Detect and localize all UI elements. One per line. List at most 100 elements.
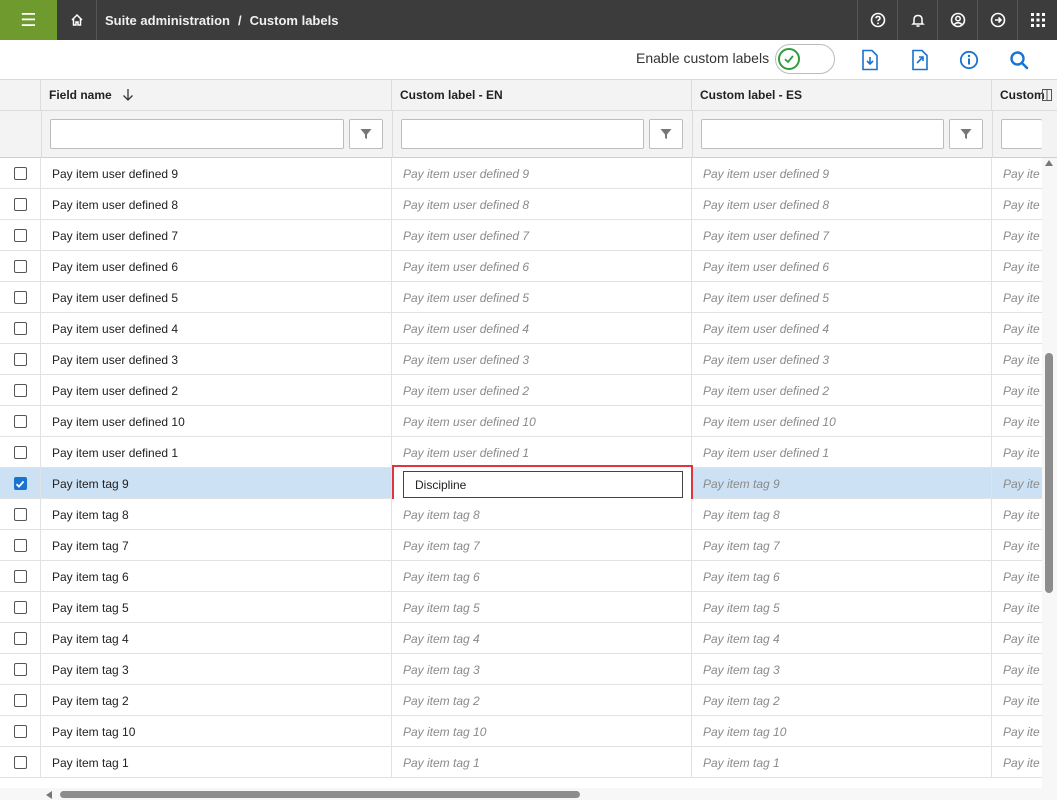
table-row[interactable]: Pay item user defined 4 Pay item user def…: [0, 313, 1042, 344]
table-row[interactable]: Pay item user defined 6 Pay item user def…: [0, 251, 1042, 282]
cell-custom-label-en[interactable]: Pay item user defined 9: [392, 158, 692, 189]
cell-custom-label-en[interactable]: Pay item user defined 5: [392, 282, 692, 313]
column-chooser-icon[interactable]: [1042, 89, 1052, 101]
cell-custom-label-next[interactable]: Pay ite: [992, 592, 1042, 623]
user-button[interactable]: [937, 0, 977, 40]
cell-field-name[interactable]: Pay item user defined 7: [41, 220, 392, 251]
cell-custom-label-es[interactable]: Pay item user defined 7: [692, 220, 992, 251]
cell-custom-label-en[interactable]: Pay item user defined 3: [392, 344, 692, 375]
filter-input-field-name[interactable]: [50, 119, 344, 149]
cell-field-name[interactable]: Pay item user defined 3: [41, 344, 392, 375]
table-row[interactable]: Pay item tag 2 Pay item tag 2 Pay item tag…: [0, 685, 1042, 716]
cell-custom-label-next[interactable]: Pay ite: [992, 406, 1042, 437]
row-checkbox[interactable]: [13, 756, 27, 769]
cell-field-name[interactable]: Pay item user defined 4: [41, 313, 392, 344]
main-menu-button[interactable]: ☰: [0, 0, 57, 40]
row-checkbox[interactable]: [13, 322, 27, 335]
filter-input-custom-en[interactable]: [401, 119, 644, 149]
row-checkbox[interactable]: [13, 260, 27, 273]
table-row[interactable]: Pay item tag 1 Pay item tag 1 Pay item tag…: [0, 747, 1042, 778]
row-checkbox[interactable]: [13, 415, 27, 428]
cell-field-name[interactable]: Pay item user defined 1: [41, 437, 392, 468]
horizontal-scrollbar[interactable]: [0, 788, 1057, 800]
cell-custom-label-next[interactable]: Pay ite: [992, 158, 1042, 189]
table-row[interactable]: Pay item tag 10 Pay item tag 10 Pay item t…: [0, 716, 1042, 747]
cell-custom-label-next[interactable]: Pay ite: [992, 468, 1042, 499]
filter-input-custom-es[interactable]: [701, 119, 944, 149]
row-checkbox[interactable]: [13, 353, 27, 366]
logout-button[interactable]: [977, 0, 1017, 40]
filter-button-custom-es[interactable]: [949, 119, 983, 149]
cell-field-name[interactable]: Pay item tag 4: [41, 623, 392, 654]
cell-custom-label-en[interactable]: Pay item tag 10: [392, 716, 692, 747]
cell-field-name[interactable]: Pay item tag 8: [41, 499, 392, 530]
row-checkbox[interactable]: [13, 508, 27, 521]
table-row[interactable]: Pay item user defined 7 Pay item user def…: [0, 220, 1042, 251]
cell-custom-label-next[interactable]: Pay ite: [992, 282, 1042, 313]
cell-custom-label-en[interactable]: Pay item user defined 7: [392, 220, 692, 251]
help-button[interactable]: [857, 0, 897, 40]
cell-field-name[interactable]: Pay item tag 9: [41, 468, 392, 499]
vertical-scroll-thumb[interactable]: [1045, 353, 1053, 593]
table-row[interactable]: Pay item tag 9 Pay item tag 9 Pay ite Disci…: [0, 465, 1042, 502]
cell-custom-label-en[interactable]: Pay item tag 2: [392, 685, 692, 716]
cell-field-name[interactable]: Pay item user defined 10: [41, 406, 392, 437]
cell-custom-label-next[interactable]: Pay ite: [992, 313, 1042, 344]
row-checkbox[interactable]: [13, 632, 27, 645]
cell-custom-label-es[interactable]: Pay item user defined 5: [692, 282, 992, 313]
cell-custom-label-es[interactable]: Pay item tag 10: [692, 716, 992, 747]
filter-input-custom-next[interactable]: [1001, 119, 1042, 149]
row-checkbox[interactable]: [13, 446, 27, 459]
cell-custom-label-es[interactable]: Pay item user defined 9: [692, 158, 992, 189]
info-button[interactable]: [957, 48, 981, 72]
row-checkbox[interactable]: [13, 539, 27, 552]
cell-custom-label-next[interactable]: Pay ite: [992, 437, 1042, 468]
table-row[interactable]: Pay item user defined 3 Pay item user def…: [0, 344, 1042, 375]
table-row[interactable]: Pay item tag 7 Pay item tag 7 Pay item tag…: [0, 530, 1042, 561]
cell-custom-label-en[interactable]: Pay item user defined 10: [392, 406, 692, 437]
table-row[interactable]: Pay item tag 4 Pay item tag 4 Pay item tag…: [0, 623, 1042, 654]
row-checkbox[interactable]: [13, 384, 27, 397]
scroll-left-icon[interactable]: [46, 791, 52, 799]
table-row[interactable]: Pay item user defined 2 Pay item user def…: [0, 375, 1042, 406]
row-checkbox[interactable]: [13, 663, 27, 676]
cell-custom-label-es[interactable]: Pay item tag 7: [692, 530, 992, 561]
table-row[interactable]: Pay item user defined 9 Pay item user def…: [0, 158, 1042, 189]
cell-custom-label-en[interactable]: Pay item user defined 4: [392, 313, 692, 344]
cell-field-name[interactable]: Pay item user defined 8: [41, 189, 392, 220]
cell-custom-label-next[interactable]: Pay ite: [992, 747, 1042, 778]
cell-custom-label-en[interactable]: Pay item user defined 1: [392, 437, 692, 468]
cell-custom-label-es[interactable]: Pay item user defined 6: [692, 251, 992, 282]
cell-field-name[interactable]: Pay item tag 1: [41, 747, 392, 778]
table-row[interactable]: Pay item user defined 8 Pay item user def…: [0, 189, 1042, 220]
table-row[interactable]: Pay item tag 3 Pay item tag 3 Pay item tag…: [0, 654, 1042, 685]
table-row[interactable]: Pay item user defined 1 Pay item user def…: [0, 437, 1042, 468]
home-button[interactable]: [57, 0, 97, 40]
cell-custom-label-es[interactable]: Pay item user defined 4: [692, 313, 992, 344]
notifications-button[interactable]: [897, 0, 937, 40]
cell-custom-label-en[interactable]: Pay item user defined 2: [392, 375, 692, 406]
cell-custom-label-next[interactable]: Pay ite: [992, 220, 1042, 251]
row-checkbox[interactable]: [13, 725, 27, 738]
cell-custom-label-next[interactable]: Pay ite: [992, 623, 1042, 654]
cell-field-name[interactable]: Pay item tag 5: [41, 592, 392, 623]
cell-field-name[interactable]: Pay item user defined 9: [41, 158, 392, 189]
search-button[interactable]: [1007, 48, 1031, 72]
row-checkbox[interactable]: [13, 198, 27, 211]
cell-custom-label-en[interactable]: Pay item tag 3: [392, 654, 692, 685]
column-header-custom-next[interactable]: Custom: [992, 80, 1057, 110]
filter-button-field-name[interactable]: [349, 119, 383, 149]
cell-custom-label-next[interactable]: Pay ite: [992, 530, 1042, 561]
cell-field-name[interactable]: Pay item tag 7: [41, 530, 392, 561]
cell-custom-label-es[interactable]: Pay item tag 2: [692, 685, 992, 716]
row-checkbox[interactable]: [13, 477, 27, 490]
import-button[interactable]: [858, 48, 882, 72]
cell-custom-label-es[interactable]: Pay item user defined 8: [692, 189, 992, 220]
cell-custom-label-es[interactable]: Pay item tag 4: [692, 623, 992, 654]
column-header-field-name[interactable]: Field name: [41, 80, 392, 110]
apps-button[interactable]: [1017, 0, 1057, 40]
horizontal-scroll-thumb[interactable]: [60, 791, 580, 798]
cell-custom-label-es[interactable]: Pay item user defined 3: [692, 344, 992, 375]
scroll-up-icon[interactable]: [1045, 160, 1053, 166]
cell-field-name[interactable]: Pay item user defined 5: [41, 282, 392, 313]
